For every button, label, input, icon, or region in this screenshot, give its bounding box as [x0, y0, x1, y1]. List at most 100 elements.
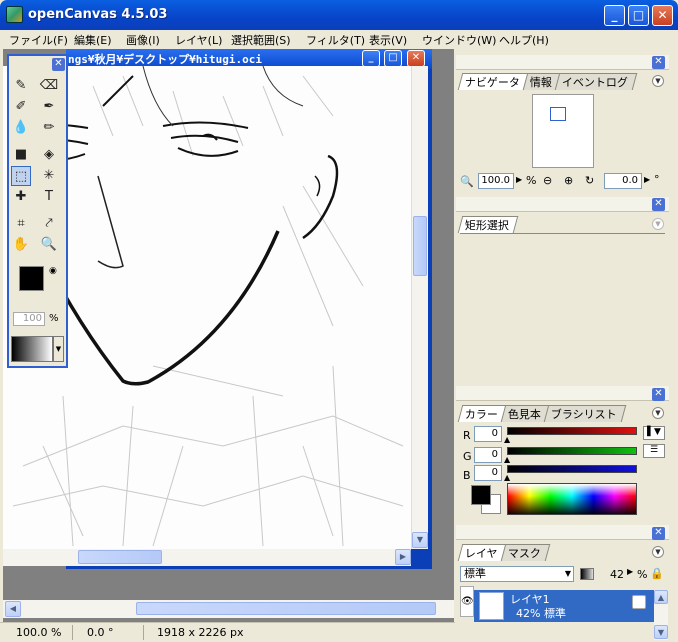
navigator-close-icon[interactable]: ✕ [652, 56, 665, 69]
tab-color[interactable]: カラー [457, 405, 508, 422]
color-menu-icon[interactable]: ▼ [652, 407, 664, 419]
text-icon[interactable]: T [39, 187, 59, 207]
eraser-icon[interactable]: ⌫ [39, 76, 59, 96]
menu-file[interactable]: ファイル(F) [9, 32, 68, 48]
tab-event-log[interactable]: イベントログ [554, 73, 638, 90]
tab-navigator[interactable]: ナビゲータ [457, 73, 530, 90]
eyedropper-icon[interactable]: ⤤ [39, 214, 59, 234]
g-slider-handle[interactable]: ▲ [504, 455, 510, 464]
tab-layer[interactable]: レイヤ [457, 544, 507, 561]
gradient-dropdown-icon[interactable]: ▼ [53, 336, 64, 362]
doc-close-button[interactable]: ✕ [407, 50, 425, 67]
airbrush-icon[interactable]: ✒ [39, 97, 59, 117]
crop-icon[interactable]: ⌗ [11, 214, 31, 234]
menu-image[interactable]: 画像(I) [126, 32, 160, 48]
zoom-icon[interactable]: 🔍 [39, 235, 59, 255]
menu-layer[interactable]: レイヤ(L) [175, 32, 222, 48]
toolbox-opacity-field[interactable]: 100 [13, 312, 45, 326]
menu-view[interactable]: 表示(V) [369, 32, 407, 48]
move-icon[interactable]: ✚ [11, 187, 31, 207]
layer-opacity-value[interactable]: 42 [598, 568, 624, 581]
scroll-right-arrow[interactable]: ▶ [395, 549, 411, 565]
hand-icon[interactable]: ✋ [11, 235, 31, 255]
layer-scroll-up-arrow[interactable]: ▲ [654, 590, 668, 604]
g-value-field[interactable]: 0 [474, 447, 502, 463]
layer-menu-icon[interactable]: ▼ [652, 546, 664, 558]
r-value-field[interactable]: 0 [474, 426, 502, 442]
layer-panel-close-icon[interactable]: ✕ [652, 527, 665, 540]
b-slider[interactable] [507, 465, 637, 473]
toolbox-palette: ✕ ✎ ⌫ ✐ ✒ 💧 ✏ ■ ◈ ⬚ ✳ ✚ T ⌗ ⤤ ✋ 🔍 ◉ 100 … [7, 54, 68, 368]
doc-minimize-button[interactable]: _ [362, 50, 380, 67]
tab-rect-select[interactable]: 矩形選択 [457, 216, 519, 233]
rotation-field[interactable]: 0.0 [604, 173, 642, 189]
workspace-scroll-left-arrow[interactable]: ◀ [5, 601, 21, 617]
menu-filter[interactable]: フィルタ(T) [306, 32, 365, 48]
minimize-button[interactable]: _ [604, 5, 625, 26]
menu-window[interactable]: ウインドウ(W) [422, 32, 496, 48]
maximize-button[interactable]: □ [628, 5, 649, 26]
color-spectrum[interactable] [507, 483, 637, 515]
layer-info: 42% 標準 [516, 607, 566, 620]
foreground-color-swatch[interactable] [19, 266, 44, 291]
b-value-field[interactable]: 0 [474, 465, 502, 481]
rotation-dropdown-icon[interactable]: ▶ [644, 175, 650, 184]
zoom-out-icon[interactable]: 🔍 [460, 175, 474, 188]
layer-visibility-eye-icon[interactable]: 👁 [460, 586, 474, 617]
color-mode-icon[interactable]: ▌▼ [643, 426, 665, 440]
tab-brush-list[interactable]: ブラシリスト [543, 405, 627, 422]
color-list-icon[interactable]: ☰ [643, 444, 665, 458]
rect-select-icon[interactable]: ⬚ [11, 166, 31, 186]
navigator-thumbnail[interactable] [532, 94, 594, 168]
navigator-menu-icon[interactable]: ▼ [652, 75, 664, 87]
vertical-scroll-thumb[interactable] [413, 216, 427, 276]
menu-edit[interactable]: 編集(E) [74, 32, 112, 48]
tool-options-panel: ✕ 矩形選択 ▼ [456, 197, 669, 381]
tab-mask[interactable]: マスク [500, 544, 550, 561]
horizontal-scroll-thumb[interactable] [78, 550, 162, 564]
canvas-horizontal-scrollbar[interactable]: ▶ [3, 549, 411, 566]
blend-mode-select[interactable]: 標準 ▼ [460, 566, 574, 582]
zoom-dropdown-icon[interactable]: ▶ [516, 175, 522, 184]
fill-rect-icon[interactable]: ■ [11, 145, 31, 165]
b-slider-handle[interactable]: ▲ [504, 473, 510, 482]
scroll-down-arrow[interactable]: ▼ [412, 532, 428, 548]
rotate-icon[interactable]: ↻ [585, 174, 594, 187]
layer-row[interactable]: レイヤ1 42% 標準 [474, 590, 654, 622]
color-fg-swatch[interactable] [471, 485, 491, 505]
swap-colors-icon[interactable]: ◉ [49, 266, 57, 276]
zoom-plus-icon[interactable]: ⊕ [564, 174, 573, 187]
magic-wand-icon[interactable]: ✳ [39, 166, 59, 186]
status-image-size: 1918 x 2226 px [157, 626, 244, 639]
menu-selection[interactable]: 選択範囲(S) [231, 32, 291, 48]
color-panel-close-icon[interactable]: ✕ [652, 388, 665, 401]
brush-icon[interactable]: ✐ [11, 97, 31, 117]
r-slider-handle[interactable]: ▲ [504, 435, 510, 444]
workspace-scroll-thumb[interactable] [136, 602, 436, 615]
lock-icon[interactable]: 🔒 [650, 567, 664, 580]
tab-swatches[interactable]: 色見本 [500, 405, 551, 422]
workspace-horizontal-scrollbar[interactable]: ◀ [3, 600, 454, 618]
menu-help[interactable]: ヘルプ(H) [499, 32, 549, 48]
doc-maximize-button[interactable]: □ [384, 50, 402, 67]
zoom-minus-icon[interactable]: ⊖ [543, 174, 552, 187]
water-icon[interactable]: 💧 [11, 118, 31, 138]
gradient-preview[interactable] [11, 336, 53, 362]
tool-options-close-icon[interactable]: ✕ [652, 198, 665, 211]
close-button[interactable]: ✕ [652, 5, 673, 26]
title-bar[interactable]: openCanvas 4.5.03 _ □ ✕ [0, 0, 678, 30]
layer-opacity-dropdown-icon[interactable]: ▶ [627, 567, 633, 576]
canvas-vertical-scrollbar[interactable]: ▼ [411, 66, 428, 549]
navigator-zoom-field[interactable]: 100.0 [478, 173, 514, 189]
layer-list-scrollbar[interactable]: ▲ ▼ [654, 590, 668, 640]
tool-options-menu-icon[interactable]: ▼ [652, 218, 664, 230]
bucket-icon[interactable]: ◈ [39, 145, 59, 165]
layer-scroll-down-arrow[interactable]: ▼ [654, 625, 668, 639]
navigator-viewport-box[interactable] [550, 107, 566, 121]
blur-icon[interactable]: ✏ [39, 118, 59, 138]
g-slider[interactable] [507, 447, 637, 455]
status-rotation: 0.0 ° [87, 626, 114, 639]
r-slider[interactable] [507, 427, 637, 435]
toolbox-close-icon[interactable]: ✕ [52, 58, 65, 71]
pencil-icon[interactable]: ✎ [11, 76, 31, 96]
